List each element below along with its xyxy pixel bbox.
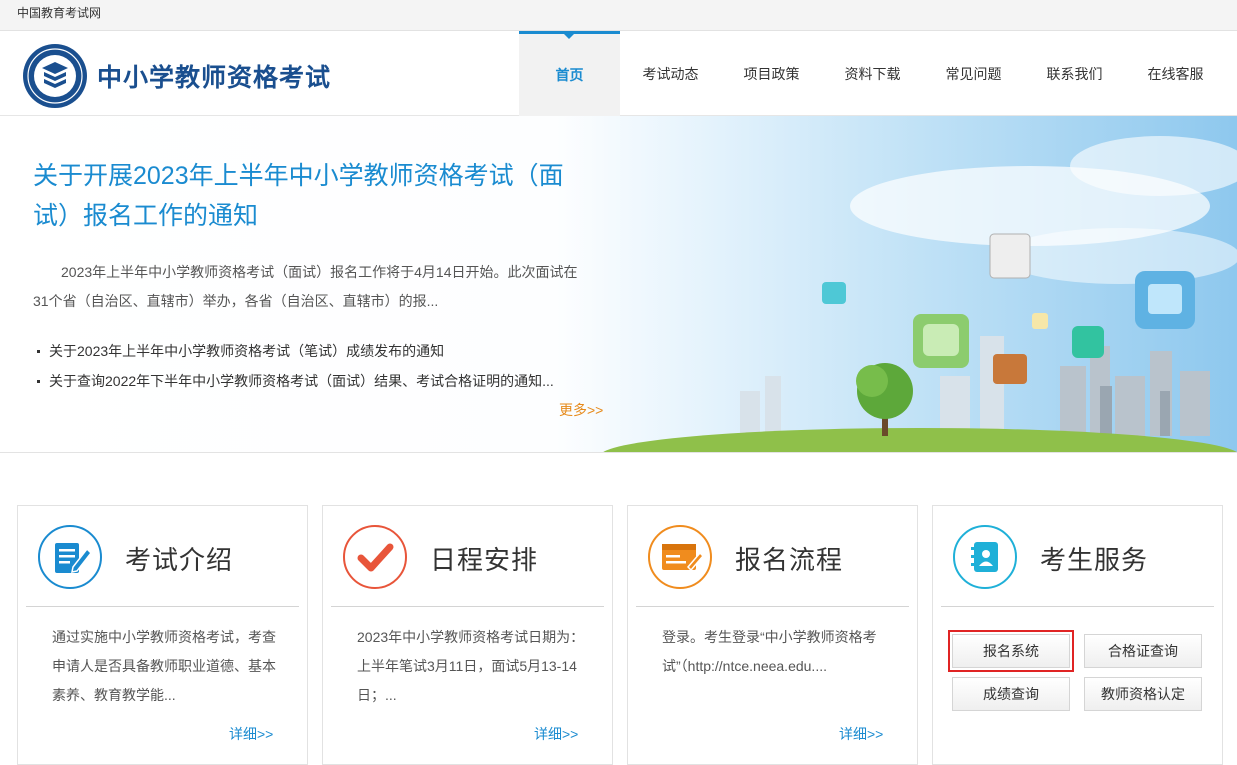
- card-text: 2023年中小学教师资格考试日期为：上半年笔试3月11日，面试5月13-14日；…: [357, 629, 585, 703]
- nav-policies[interactable]: 项目政策: [721, 31, 822, 116]
- nav-online-service[interactable]: 在线客服: [1125, 31, 1226, 116]
- card-detail-link[interactable]: 详细>>: [839, 724, 883, 744]
- banner-summary: 2023年上半年中小学教师资格考试（面试）报名工作将于4月14日开始。此次面试在…: [33, 264, 578, 309]
- card-detail-link[interactable]: 详细>>: [534, 724, 578, 744]
- card-detail-link[interactable]: 详细>>: [229, 724, 273, 744]
- emblem-logo-icon: [23, 44, 87, 108]
- nav-home[interactable]: 首页: [519, 31, 620, 116]
- news-item-link[interactable]: 关于2023年上半年中小学教师资格考试（笔试）成绩发布的通知: [33, 336, 554, 366]
- nav-downloads[interactable]: 资料下载: [822, 31, 923, 116]
- card-title: 报名流程: [735, 545, 844, 575]
- header: 中小学教师资格考试 首页 考试动态 项目政策 资料下载 常见问题 联系我们 在线…: [0, 31, 1237, 116]
- certificate-query-button[interactable]: 合格证查询: [1084, 634, 1202, 668]
- banner-city-illustration: [603, 136, 1237, 452]
- form-edit-icon: [648, 525, 712, 589]
- hero-banner: 关于开展2023年上半年中小学教师资格考试（面试）报名工作的通知 2023年上半…: [0, 116, 1237, 453]
- nav-faq[interactable]: 常见问题: [923, 31, 1024, 116]
- nav-contact[interactable]: 联系我们: [1024, 31, 1125, 116]
- news-item-link[interactable]: 关于查询2022年下半年中小学教师资格考试（面试）结果、考试合格证明的通知...: [33, 366, 554, 396]
- card-schedule: 日程安排 2023年中小学教师资格考试日期为：上半年笔试3月11日，面试5月13…: [322, 505, 613, 765]
- checkmark-icon: [343, 525, 407, 589]
- nav-exam-news[interactable]: 考试动态: [620, 31, 721, 116]
- card-candidate-services: 考生服务 报名系统 合格证查询 成绩查询 教师资格认定: [932, 505, 1223, 765]
- teacher-certification-button[interactable]: 教师资格认定: [1084, 677, 1202, 711]
- card-title: 日程安排: [430, 545, 539, 575]
- brand-title: 中小学教师资格考试: [97, 64, 332, 92]
- banner-more-link[interactable]: 更多>>: [559, 400, 603, 420]
- card-registration-flow: 报名流程 登录。考生登录“中小学教师资格考试”（http://ntce.neea…: [627, 505, 918, 765]
- registration-system-button[interactable]: 报名系统: [948, 630, 1074, 672]
- divider: [941, 606, 1214, 607]
- card-text: 登录。考生登录“中小学教师资格考试”（http://ntce.neea.edu.…: [662, 629, 877, 674]
- card-text: 通过实施中小学教师资格考试，考查申请人是否具备教师职业道德、基本素养、教育教学能…: [52, 629, 276, 703]
- top-bar: 中国教育考试网: [0, 0, 1237, 31]
- site-name-link[interactable]: 中国教育考试网: [17, 4, 101, 21]
- divider: [331, 606, 604, 607]
- contact-book-icon: [953, 525, 1017, 589]
- banner-headline-link[interactable]: 关于开展2023年上半年中小学教师资格考试（面试）报名工作的通知: [33, 156, 593, 236]
- card-exam-intro: 考试介绍 通过实施中小学教师资格考试，考查申请人是否具备教师职业道德、基本素养、…: [17, 505, 308, 765]
- card-title: 考试介绍: [125, 545, 234, 575]
- banner-news-list: 关于2023年上半年中小学教师资格考试（笔试）成绩发布的通知 关于查询2022年…: [33, 336, 554, 396]
- divider: [636, 606, 909, 607]
- main-nav: 首页 考试动态 项目政策 资料下载 常见问题 联系我们 在线客服: [519, 31, 1226, 116]
- card-title: 考生服务: [1040, 545, 1149, 575]
- feature-cards: 考试介绍 通过实施中小学教师资格考试，考查申请人是否具备教师职业道德、基本素养、…: [17, 505, 1227, 765]
- document-pen-icon: [38, 525, 102, 589]
- score-query-button[interactable]: 成绩查询: [952, 677, 1070, 711]
- divider: [26, 606, 299, 607]
